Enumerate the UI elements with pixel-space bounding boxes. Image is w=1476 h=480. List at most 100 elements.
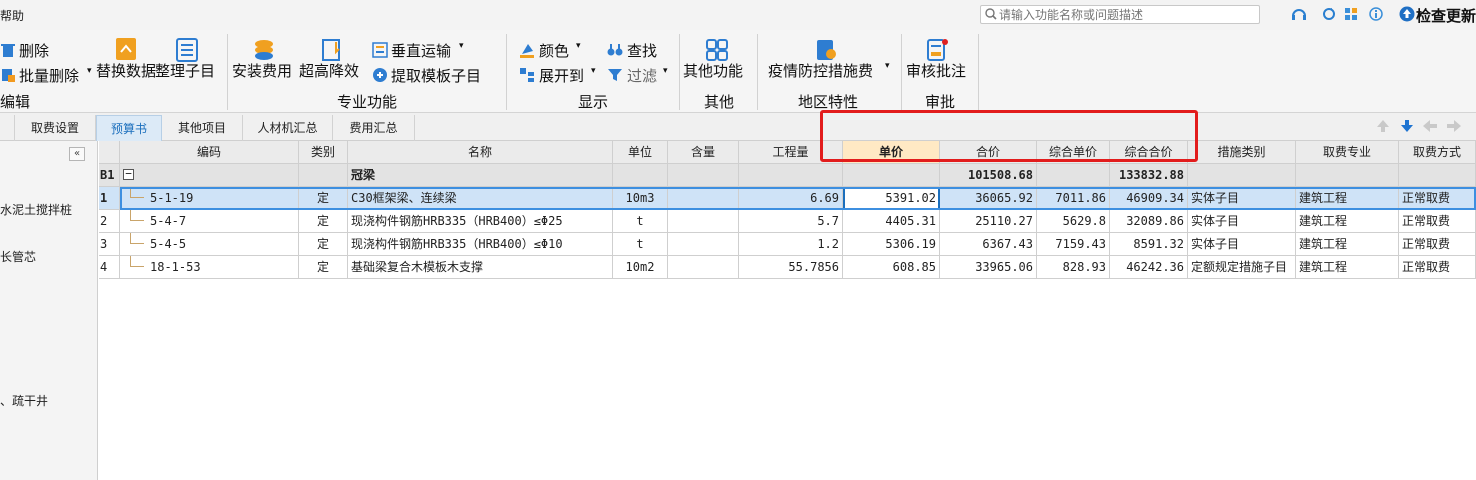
content-cell[interactable] xyxy=(668,210,739,233)
color-button[interactable]: 颜色 xyxy=(539,40,569,61)
organize-subitems-button[interactable]: 整理子目 xyxy=(155,60,215,81)
quantity-cell[interactable]: 1.2 xyxy=(739,233,843,256)
tab-other-items[interactable]: 其他项目 xyxy=(162,115,243,141)
header-fee-method[interactable]: 取费方式 xyxy=(1399,141,1476,164)
quantity-cell[interactable]: 6.69 xyxy=(739,187,843,210)
name-cell[interactable]: 现浇构件钢筋HRB335（HRB400）≤Φ25 xyxy=(348,210,613,233)
header-type[interactable]: 类别 xyxy=(299,141,348,164)
comprehensive-unit-cell[interactable]: 7011.86 xyxy=(1037,187,1110,210)
name-cell[interactable]: 基础梁复合木模板木支撑 xyxy=(348,256,613,279)
unit-cell[interactable]: 10m3 xyxy=(613,187,668,210)
content-cell[interactable] xyxy=(668,256,739,279)
vertical-transport-dropdown-icon[interactable]: ▾ xyxy=(459,41,464,51)
color-dropdown-icon[interactable]: ▾ xyxy=(576,41,581,51)
batch-delete-button[interactable]: 批量删除 xyxy=(19,65,79,86)
type-cell[interactable]: 定 xyxy=(299,210,348,233)
height-reduction-button[interactable]: 超高降效 xyxy=(299,60,359,81)
unit-cell[interactable]: 10m2 xyxy=(613,256,668,279)
total-price-cell[interactable]: 36065.92 xyxy=(940,187,1037,210)
tab-fee-settings[interactable]: 取费设置 xyxy=(14,115,96,141)
total-price-cell[interactable]: 6367.43 xyxy=(940,233,1037,256)
expand-to-button[interactable]: 展开到 xyxy=(539,65,584,86)
fee-method-cell[interactable]: 正常取费 xyxy=(1399,187,1476,210)
unit-price-cell[interactable]: 5391.02 xyxy=(843,187,940,210)
code-cell[interactable]: 18-1-53 xyxy=(120,256,299,279)
comprehensive-total-cell[interactable]: 32089.86 xyxy=(1110,210,1188,233)
unit-price-cell[interactable]: 608.85 xyxy=(843,256,940,279)
name-cell[interactable]: C30框架梁、连续梁 xyxy=(348,187,613,210)
unit-price-cell[interactable]: 5306.19 xyxy=(843,233,940,256)
filter-dropdown-icon[interactable]: ▾ xyxy=(663,66,668,76)
row-number-cell[interactable]: 1 xyxy=(99,187,120,210)
search-box[interactable] xyxy=(980,5,1260,24)
other-functions-button[interactable]: 其他功能 xyxy=(683,60,743,81)
comprehensive-unit-cell[interactable]: 7159.43 xyxy=(1037,233,1110,256)
find-button[interactable]: 查找 xyxy=(627,40,657,61)
collapse-toggle-icon[interactable]: − xyxy=(123,168,134,180)
code-cell[interactable]: 5-1-19 xyxy=(120,187,299,210)
delete-button[interactable]: 删除 xyxy=(19,40,49,61)
type-cell[interactable]: 定 xyxy=(299,187,348,210)
type-cell[interactable]: 定 xyxy=(299,256,348,279)
comprehensive-total-cell[interactable]: 46242.36 xyxy=(1110,256,1188,279)
tree-item[interactable]: 、疏干井 xyxy=(0,392,48,409)
help-menu[interactable]: 帮助 xyxy=(0,7,24,24)
header-content[interactable]: 含量 xyxy=(668,141,739,164)
tab-budget-book[interactable]: 预算书 xyxy=(96,115,162,141)
fee-specialty-cell[interactable]: 建筑工程 xyxy=(1296,233,1399,256)
tree-item[interactable]: 水泥土搅拌桩 xyxy=(0,201,72,218)
name-cell[interactable]: 现浇构件钢筋HRB335（HRB400）≤Φ10 xyxy=(348,233,613,256)
arrow-up-icon[interactable] xyxy=(1376,119,1390,136)
comprehensive-total-cell[interactable]: 46909.34 xyxy=(1110,187,1188,210)
quantity-cell[interactable]: 55.7856 xyxy=(739,256,843,279)
arrow-left-icon[interactable] xyxy=(1422,119,1438,136)
measure-type-cell[interactable]: 实体子目 xyxy=(1188,233,1296,256)
epidemic-measures-button[interactable]: 疫情防控措施费 xyxy=(768,60,873,81)
info-icon[interactable] xyxy=(1369,7,1385,24)
quantity-cell[interactable]: 5.7 xyxy=(739,210,843,233)
row-number-cell[interactable]: 3 xyxy=(99,233,120,256)
collapse-panel-icon[interactable]: « xyxy=(69,147,85,161)
replace-data-button[interactable]: 替换数据 xyxy=(96,60,156,81)
row-number-cell[interactable]: 2 xyxy=(99,210,120,233)
tab-labor-material-summary[interactable]: 人材机汇总 xyxy=(243,115,333,141)
arrow-down-icon[interactable] xyxy=(1400,119,1414,136)
row-number-cell[interactable]: 4 xyxy=(99,256,120,279)
fee-method-cell[interactable]: 正常取费 xyxy=(1399,256,1476,279)
check-update-button[interactable]: 检查更新 xyxy=(1416,5,1476,26)
epidemic-measures-dropdown-icon[interactable]: ▾ xyxy=(885,61,890,71)
fee-specialty-cell[interactable]: 建筑工程 xyxy=(1296,210,1399,233)
content-cell[interactable] xyxy=(668,233,739,256)
measure-type-cell[interactable]: 实体子目 xyxy=(1188,210,1296,233)
batch-delete-dropdown-icon[interactable]: ▾ xyxy=(87,66,92,76)
grid-apps-icon[interactable] xyxy=(1344,7,1360,24)
code-cell[interactable]: 5-4-7 xyxy=(120,210,299,233)
arrow-right-icon[interactable] xyxy=(1446,119,1462,136)
unit-cell[interactable]: t xyxy=(613,210,668,233)
unit-price-cell[interactable]: 4405.31 xyxy=(843,210,940,233)
fee-method-cell[interactable]: 正常取费 xyxy=(1399,210,1476,233)
extract-template-button[interactable]: 提取模板子目 xyxy=(391,65,481,86)
type-cell[interactable]: 定 xyxy=(299,233,348,256)
total-price-cell[interactable]: 33965.06 xyxy=(940,256,1037,279)
header-measure-type[interactable]: 措施类别 xyxy=(1188,141,1296,164)
review-approval-button[interactable]: 审核批注 xyxy=(906,60,966,81)
install-cost-button[interactable]: 安装费用 xyxy=(232,60,292,81)
code-cell[interactable]: 5-4-5 xyxy=(120,233,299,256)
header-code[interactable]: 编码 xyxy=(120,141,299,164)
vertical-transport-button[interactable]: 垂直运输 xyxy=(391,40,451,61)
header-unit[interactable]: 单位 xyxy=(613,141,668,164)
measure-type-cell[interactable]: 实体子目 xyxy=(1188,187,1296,210)
expand-to-dropdown-icon[interactable]: ▾ xyxy=(591,66,596,76)
total-price-cell[interactable]: 25110.27 xyxy=(940,210,1037,233)
comprehensive-total-cell[interactable]: 8591.32 xyxy=(1110,233,1188,256)
comprehensive-unit-cell[interactable]: 828.93 xyxy=(1037,256,1110,279)
fee-specialty-cell[interactable]: 建筑工程 xyxy=(1296,256,1399,279)
fee-method-cell[interactable]: 正常取费 xyxy=(1399,233,1476,256)
header-name[interactable]: 名称 xyxy=(348,141,613,164)
sync-icon[interactable] xyxy=(1322,7,1336,24)
search-input[interactable] xyxy=(999,7,1254,22)
unit-cell[interactable]: t xyxy=(613,233,668,256)
header-fee-specialty[interactable]: 取费专业 xyxy=(1296,141,1399,164)
headset-icon[interactable] xyxy=(1290,7,1308,24)
